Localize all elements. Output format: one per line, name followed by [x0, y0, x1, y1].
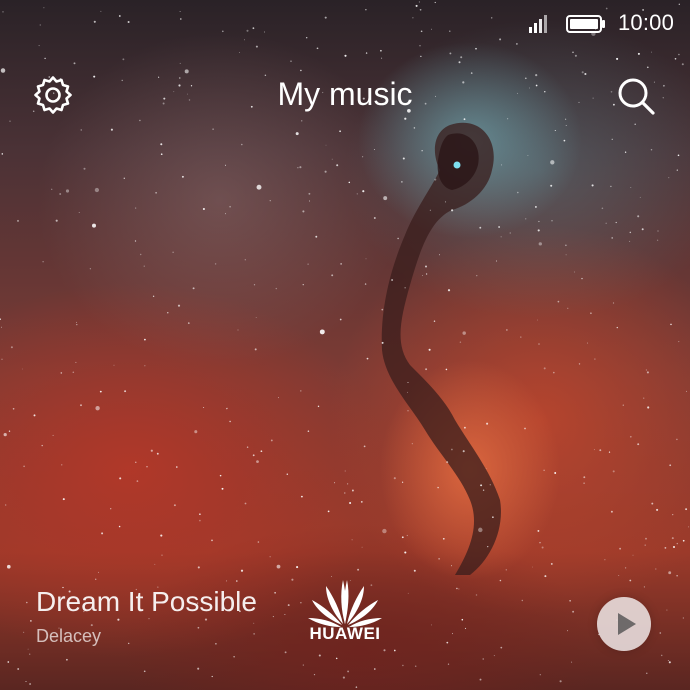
play-icon [618, 613, 636, 635]
song-title[interactable]: Dream It Possible [36, 586, 257, 618]
app-header: My music [0, 60, 690, 130]
search-icon[interactable] [614, 74, 658, 118]
status-time: 10:00 [618, 10, 675, 35]
now-playing-bar[interactable]: Dream It Possible Delacey HUAWEI [0, 570, 690, 690]
artist-name: Delacey [36, 626, 102, 646]
play-button[interactable] [597, 597, 651, 651]
huawei-logo-text: HUAWEI [309, 624, 381, 643]
status-bar: 10:00 [0, 0, 690, 48]
battery-icon [566, 15, 605, 33]
signal-icon [529, 15, 547, 33]
page-title: My music [277, 76, 413, 112]
